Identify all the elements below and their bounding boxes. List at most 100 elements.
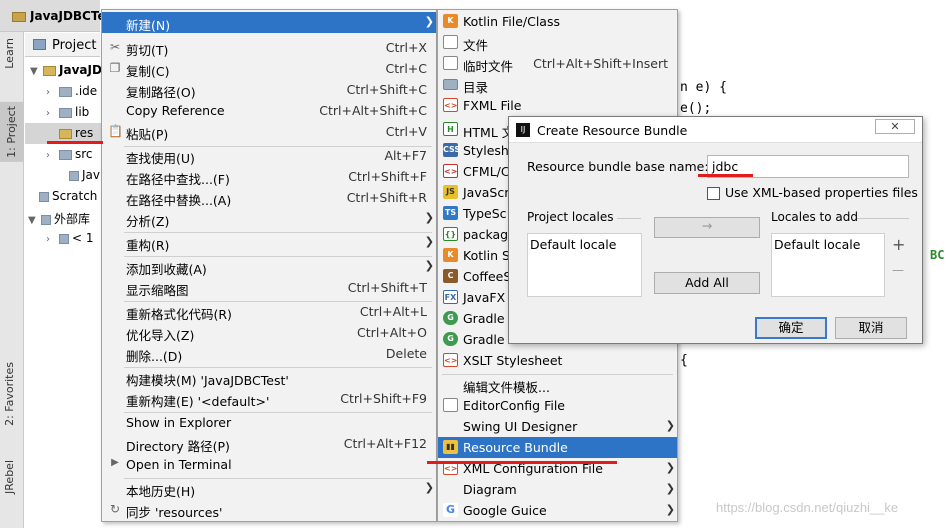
expand-arrow-icon[interactable]: ▼: [30, 66, 40, 77]
menu-item-shortcut: Ctrl+Alt+Shift+Insert: [533, 56, 668, 71]
submenu-item-xslt[interactable]: <> XSLT Stylesheet: [438, 350, 677, 371]
submenu-item-resource-bundle[interactable]: ▮▮ Resource Bundle: [438, 437, 677, 458]
submenu-item-fxml[interactable]: <> FXML File: [438, 95, 677, 116]
tree-item-root[interactable]: ▼ JavaJD: [30, 63, 102, 77]
list-item[interactable]: Default locale: [774, 237, 860, 252]
menu-item-reformat-code[interactable]: 重新格式化代码(R) Ctrl+Alt+L: [102, 301, 436, 322]
menu-item-optimize-imports[interactable]: 优化导入(Z) Ctrl+Alt+O: [102, 322, 436, 343]
window-title: JavaJDBCTe: [30, 9, 102, 23]
ok-button[interactable]: 确定: [755, 317, 827, 339]
tab-learn[interactable]: Learn: [3, 38, 16, 69]
menu-item-copy[interactable]: ❐ 复制(C) Ctrl+C: [102, 58, 436, 79]
sync-icon: ↻: [109, 502, 121, 516]
submenu-item-editorconfig[interactable]: EditorConfig File: [438, 395, 677, 416]
tree-item-idea[interactable]: › .ide: [46, 84, 97, 98]
menu-item-label: EditorConfig File: [463, 398, 565, 413]
css-icon: CSS: [443, 143, 460, 157]
expand-arrow-icon[interactable]: ›: [46, 234, 56, 245]
tab-jrebel[interactable]: JRebel: [3, 460, 16, 494]
submenu-arrow-icon: ❯: [665, 503, 675, 516]
close-button[interactable]: ✕: [875, 119, 915, 134]
expand-arrow-icon[interactable]: ▼: [28, 215, 38, 226]
xml-properties-checkbox[interactable]: [707, 187, 720, 200]
tree-item-external-libs[interactable]: ▼ 外部库: [28, 210, 90, 227]
menu-item-local-history[interactable]: 本地历史(H) ❯: [102, 478, 436, 499]
tree-item-scratches[interactable]: Scratch: [36, 189, 97, 203]
submenu-item-file[interactable]: 文件: [438, 32, 677, 53]
menu-item-find-usages[interactable]: 查找使用(U) Alt+F7: [102, 145, 436, 166]
submenu-item-swing-designer[interactable]: Swing UI Designer ❯: [438, 416, 677, 437]
menu-item-cut[interactable]: ✂ 剪切(T) Ctrl+X: [102, 37, 436, 58]
menu-item-label: 重新格式化代码(R): [126, 307, 232, 322]
move-locale-button[interactable]: →: [654, 217, 760, 238]
locales-to-add-list[interactable]: Default locale: [771, 233, 885, 297]
menu-item-label: 优化导入(Z): [126, 328, 195, 343]
menu-item-find-in-path[interactable]: 在路径中查找...(F) Ctrl+Shift+F: [102, 166, 436, 187]
remove-locale-button[interactable]: —: [892, 263, 904, 277]
tree-item-src[interactable]: › src: [46, 147, 93, 161]
window-titlebar: JavaJDBCTe: [0, 0, 102, 32]
project-toolbar-label[interactable]: Project: [52, 38, 96, 53]
tree-item-label: .ide: [75, 84, 98, 98]
group-line: [857, 218, 909, 219]
html-icon: H: [443, 122, 458, 136]
menu-item-shortcut: Ctrl+Shift+C: [346, 82, 427, 97]
menu-item-replace-in-path[interactable]: 在路径中替换...(A) Ctrl+Shift+R: [102, 187, 436, 208]
menu-item-new[interactable]: 新建(N) ❯: [102, 12, 436, 33]
submenu-arrow-icon: ❯: [424, 15, 434, 28]
menu-item-show-in-explorer[interactable]: Show in Explorer: [102, 412, 436, 433]
menu-item-shortcut: Ctrl+X: [385, 40, 427, 55]
java-file-icon: [69, 170, 79, 181]
menu-item-add-to-favorites[interactable]: 添加到收藏(A) ❯: [102, 256, 436, 277]
menu-item-copy-path[interactable]: 复制路径(O) Ctrl+Shift+C: [102, 79, 436, 100]
cancel-button[interactable]: 取消: [835, 317, 907, 339]
add-all-button[interactable]: Add All: [654, 272, 760, 294]
submenu-item-directory[interactable]: 目录: [438, 74, 677, 95]
menu-item-delete[interactable]: 删除...(D) Delete: [102, 343, 436, 364]
project-locales-list[interactable]: Default locale: [527, 233, 642, 297]
kotlin-script-icon: K: [443, 248, 458, 262]
menu-item-refactor[interactable]: 重构(R) ❯: [102, 232, 436, 253]
tree-item-resources[interactable]: res: [56, 126, 93, 140]
expand-arrow-icon[interactable]: ›: [46, 150, 56, 161]
tree-item-label: Jav: [82, 168, 100, 182]
menu-item-show-thumbnail[interactable]: 显示缩略图 Ctrl+Shift+T: [102, 277, 436, 298]
expand-arrow-icon[interactable]: ›: [46, 87, 56, 98]
menu-item-synchronize[interactable]: ↻ 同步 'resources': [102, 499, 436, 520]
menu-item-rebuild[interactable]: 重新构建(E) '<default>' Ctrl+Shift+F9: [102, 388, 436, 409]
javascript-icon: JS: [443, 185, 458, 199]
gradle-icon: G: [443, 332, 458, 346]
submenu-item-edit-templates[interactable]: 编辑文件模板...: [438, 374, 677, 395]
google-guice-icon: G: [443, 503, 458, 517]
menu-item-directory-path[interactable]: Directory 路径(P) Ctrl+Alt+F12: [102, 433, 436, 454]
menu-item-open-in-terminal[interactable]: ▶ Open in Terminal: [102, 454, 436, 475]
add-locale-button[interactable]: +: [892, 235, 905, 254]
menu-item-build-module[interactable]: 构建模块(M) 'JavaJDBCTest': [102, 367, 436, 388]
tree-item-jdk[interactable]: › < 1: [46, 231, 94, 245]
tab-project[interactable]: 1: Project: [0, 102, 24, 162]
expand-arrow-icon[interactable]: ›: [46, 108, 56, 119]
tree-item-lib[interactable]: › lib: [46, 105, 89, 119]
submenu-item-google-guice[interactable]: G Google Guice ❯: [438, 500, 677, 521]
menu-item-label: 粘贴(P): [126, 127, 169, 142]
list-item[interactable]: Default locale: [530, 237, 616, 252]
tree-item-java-file[interactable]: Jav: [66, 168, 100, 182]
menu-item-label: 编辑文件模板...: [463, 380, 550, 395]
menu-item-copy-reference[interactable]: Copy Reference Ctrl+Alt+Shift+C: [102, 100, 436, 121]
menu-item-label: Diagram: [463, 482, 517, 497]
code-highlight: BC: [930, 248, 945, 262]
menu-item-shortcut: Alt+F7: [384, 148, 427, 163]
menu-item-analyze[interactable]: 分析(Z) ❯: [102, 208, 436, 229]
menu-item-label: 剪切(T): [126, 43, 169, 58]
submenu-arrow-icon: ❯: [424, 259, 434, 272]
menu-item-label: Open in Terminal: [126, 457, 232, 472]
submenu-item-scratch-file[interactable]: 临时文件 Ctrl+Alt+Shift+Insert: [438, 53, 677, 74]
submenu-item-kotlin-file[interactable]: K Kotlin File/Class: [438, 11, 677, 32]
tree-item-label: JavaJD: [59, 63, 102, 77]
menu-item-paste[interactable]: 📋 粘贴(P) Ctrl+V: [102, 121, 436, 142]
menu-item-label: Directory 路径(P): [126, 439, 230, 454]
javafx-icon: FX: [443, 290, 458, 304]
submenu-item-diagram[interactable]: Diagram ❯: [438, 479, 677, 500]
tab-favorites[interactable]: 2: Favorites: [3, 362, 16, 426]
folder-icon: [59, 86, 72, 97]
